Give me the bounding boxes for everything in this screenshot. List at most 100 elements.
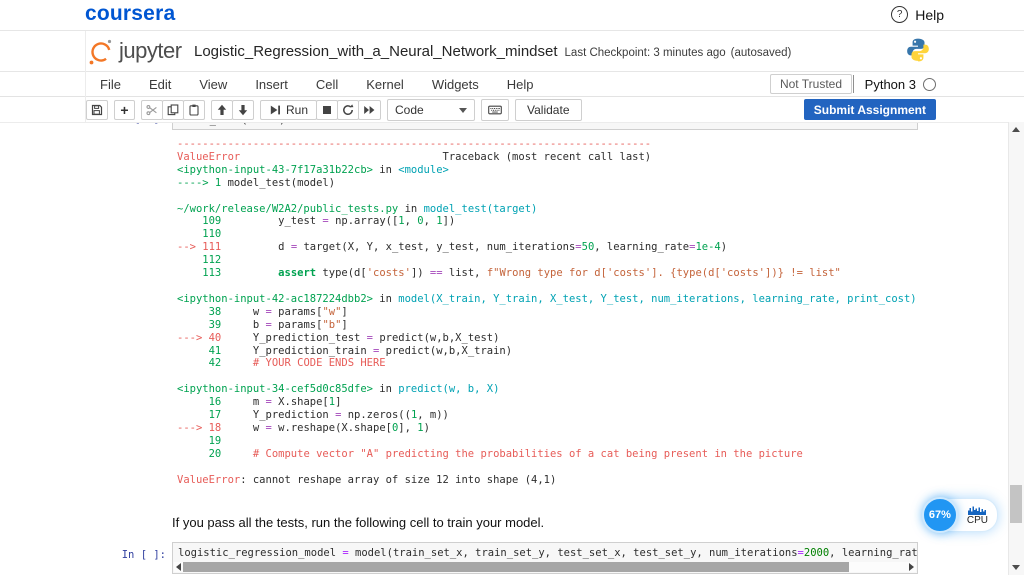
code-cell: In [ ]: logistic_regression_model = mode… <box>0 542 1009 575</box>
traceback-line: 16 m = X.shape[1] <box>177 396 342 409</box>
traceback-line <box>177 370 917 383</box>
not-trusted-badge[interactable]: Not Trusted <box>769 74 852 94</box>
command-palette-button[interactable] <box>481 99 510 121</box>
vscroll-thumb[interactable] <box>1010 485 1022 523</box>
cpu-label: CPU <box>966 514 988 526</box>
paste-cell-button[interactable] <box>183 100 205 120</box>
checkpoint-status: Last Checkpoint: 3 minutes ago <box>564 47 726 59</box>
traceback-line: 113 assert type(d['costs']) == list, f"W… <box>177 267 841 280</box>
traceback-line: <ipython-input-42-ac187224dbb2> in model… <box>177 292 917 305</box>
traceback-line <box>177 280 917 293</box>
add-cell-button[interactable]: + <box>114 100 135 120</box>
clipped-cell: In [43]: model_test(model) <box>0 123 1009 133</box>
cell-prompt: In [43]: <box>0 123 166 125</box>
hscroll-track[interactable] <box>183 562 907 572</box>
traceback-line: 41 Y_prediction_train = predict(w,b,X_tr… <box>177 344 513 357</box>
move-cell-down-button[interactable] <box>232 100 254 120</box>
traceback-line: 17 Y_prediction = np.zeros((1, m)) <box>177 409 449 422</box>
copy-icon <box>167 104 179 116</box>
traceback-line: ---> 18 w = w.reshape(X.shape[0], 1) <box>177 421 430 434</box>
jupyter-header: jupyter Logistic_Regression_with_a_Neura… <box>0 31 1024 72</box>
save-icon <box>91 104 103 116</box>
traceback-line: 110 <box>177 228 222 241</box>
menu-file[interactable]: File <box>86 73 135 96</box>
traceback-line: <ipython-input-34-cef5d0c85dfe> in predi… <box>177 383 500 396</box>
chevron-down-icon <box>459 107 468 113</box>
jupyter-logo[interactable]: jupyter <box>88 36 182 66</box>
toolbar: + Run Code Validate Submit Assignment <box>0 97 1024 123</box>
code-input[interactable]: logistic_regression_model = model(train_… <box>172 542 918 574</box>
restart-kernel-button[interactable] <box>337 100 360 120</box>
save-button[interactable] <box>86 100 108 120</box>
help-link[interactable]: ? Help <box>891 6 944 23</box>
hscroll-thumb[interactable] <box>183 562 850 572</box>
copy-cell-button[interactable] <box>162 100 184 120</box>
validate-button[interactable]: Validate <box>515 99 582 121</box>
restart-icon <box>343 104 354 115</box>
kernel-indicator: Python 3 <box>852 74 936 94</box>
menu-cell[interactable]: Cell <box>302 73 352 96</box>
cut-cell-button[interactable] <box>141 100 163 120</box>
cpu-percent-badge: 67% <box>921 497 958 533</box>
scroll-left-icon[interactable] <box>176 563 181 571</box>
cpu-usage-widget[interactable]: CPU 67% <box>921 497 998 533</box>
coursera-topbar: coursera ? Help <box>0 0 1024 31</box>
menu-widgets[interactable]: Widgets <box>418 73 493 96</box>
menu-help[interactable]: Help <box>493 73 548 96</box>
horizontal-scrollbar[interactable] <box>174 562 916 572</box>
stop-icon <box>323 106 332 114</box>
arrow-up-icon <box>217 104 227 115</box>
left-frame-divider <box>85 31 86 122</box>
scroll-right-icon[interactable] <box>909 563 914 571</box>
help-label: Help <box>915 6 944 23</box>
code-text[interactable]: logistic_regression_model = model(train_… <box>173 543 917 559</box>
submit-assignment-button[interactable]: Submit Assignment <box>803 99 936 120</box>
cpu-chart-icon <box>968 506 987 515</box>
python-logo-icon <box>907 38 929 62</box>
run-icon <box>270 105 280 115</box>
cut-icon <box>146 105 157 116</box>
traceback-line: ValueError Traceback (most recent call l… <box>177 150 652 163</box>
traceback-line: 39 b = params["b"] <box>177 318 348 331</box>
vertical-scrollbar[interactable] <box>1008 122 1024 575</box>
code-input[interactable]: model_test(model) <box>172 123 918 130</box>
help-question-icon: ? <box>891 6 909 23</box>
menubar: File Edit View Insert Cell Kernel Widget… <box>0 72 1024 97</box>
traceback-line: ----------------------------------------… <box>177 138 652 150</box>
cell-type-value: Code <box>395 103 424 117</box>
traceback-line: ~/work/release/W2A2/public_tests.py in m… <box>177 202 538 215</box>
coursera-logo[interactable]: coursera <box>85 2 175 26</box>
paste-icon <box>189 104 199 116</box>
interrupt-kernel-button[interactable] <box>316 100 339 120</box>
scroll-down-icon[interactable] <box>1012 565 1020 570</box>
jupyter-planet-icon <box>89 39 112 65</box>
markdown-cell-text: If you pass all the tests, run the follo… <box>172 515 545 530</box>
scroll-up-icon[interactable] <box>1012 127 1020 132</box>
traceback-line <box>177 461 917 474</box>
traceback-line: ---> 40 Y_prediction_test = predict(w,b,… <box>177 331 500 344</box>
kernel-divider <box>852 75 854 93</box>
traceback-line: 20 # Compute vector "A" predicting the p… <box>177 447 803 460</box>
run-label: Run <box>286 103 309 117</box>
menu-insert[interactable]: Insert <box>241 73 302 96</box>
traceback-line: <ipython-input-43-7f17a31b22cb> in <modu… <box>177 163 449 176</box>
menu-kernel[interactable]: Kernel <box>352 73 418 96</box>
traceback-output: ----------------------------------------… <box>177 138 917 486</box>
restart-run-all-button[interactable] <box>358 100 382 120</box>
menu-edit[interactable]: Edit <box>135 73 185 96</box>
jupyter-logo-text: jupyter <box>119 38 182 63</box>
traceback-line: 42 # YOUR CODE ENDS HERE <box>177 357 386 370</box>
traceback-line <box>177 190 917 203</box>
cell-type-dropdown[interactable]: Code <box>387 99 476 121</box>
traceback-line: --> 111 d = target(X, Y, x_test, y_test,… <box>177 241 728 254</box>
kernel-idle-icon <box>923 77 936 91</box>
fast-forward-icon <box>364 106 375 114</box>
run-cell-button[interactable]: Run <box>260 100 318 120</box>
keyboard-icon <box>488 105 502 115</box>
menu-items: File Edit View Insert Cell Kernel Widget… <box>86 72 548 96</box>
traceback-line: ----> 1 model_test(model) <box>177 176 336 189</box>
menu-view[interactable]: View <box>185 73 241 96</box>
notebook-title[interactable]: Logistic_Regression_with_a_Neural_Networ… <box>194 43 791 60</box>
move-cell-up-button[interactable] <box>211 100 233 120</box>
traceback-line: 112 <box>177 254 222 267</box>
